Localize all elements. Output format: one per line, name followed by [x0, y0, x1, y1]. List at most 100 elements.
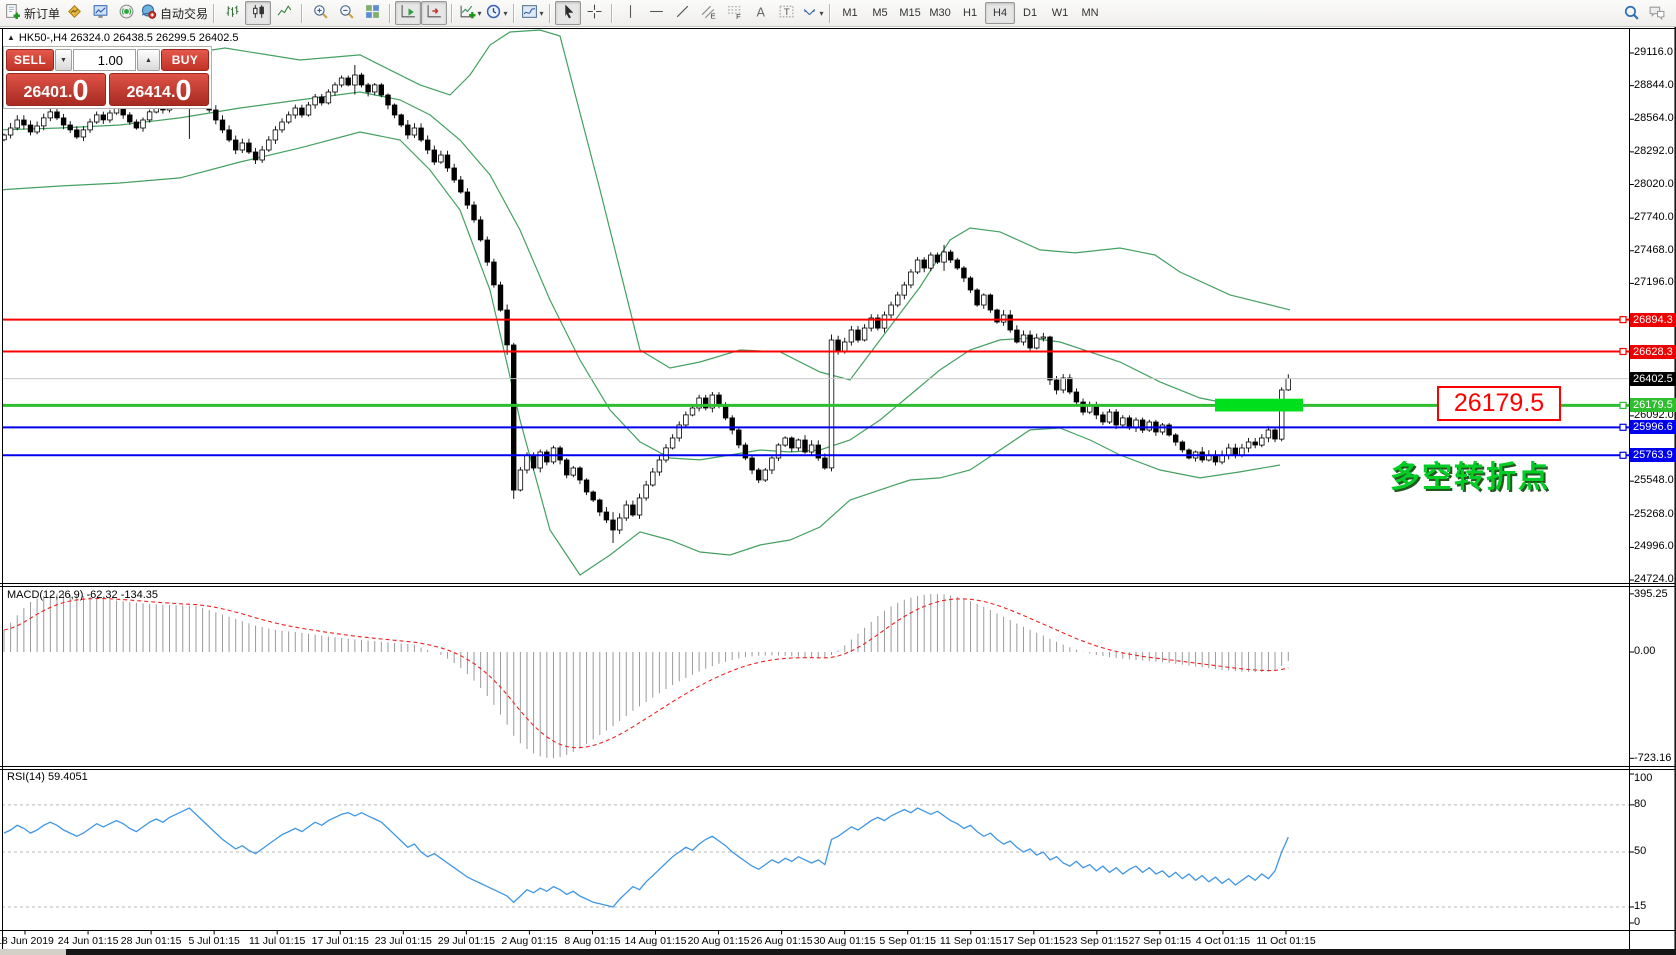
trendline-button[interactable]: [669, 1, 695, 25]
tab-timeframe-m5[interactable]: M5: [865, 2, 895, 24]
horizontal-line-button[interactable]: [643, 1, 669, 25]
sell-button[interactable]: SELL: [6, 49, 54, 71]
chat-bubbles-icon: [1648, 4, 1666, 24]
autotrade-button[interactable]: 自动交易: [139, 1, 209, 25]
tab-timeframe-w1[interactable]: W1: [1045, 2, 1075, 24]
auto-scroll-icon: [400, 3, 417, 23]
bar-chart-icon: [224, 3, 241, 23]
volume-input[interactable]: 1.00: [73, 49, 136, 71]
tab-timeframe-m30[interactable]: M30: [925, 2, 955, 24]
autotrade-icon: [140, 3, 157, 23]
equidistant-channel-button[interactable]: E: [695, 1, 721, 25]
volume-increase-button[interactable]: ▲: [137, 49, 160, 71]
chevron-down-icon: ▾: [820, 9, 824, 18]
tab-timeframe-d1[interactable]: D1: [1015, 2, 1045, 24]
line-chart-button[interactable]: [271, 1, 297, 25]
separator: [451, 4, 453, 23]
chevron-down-icon: ▾: [478, 9, 482, 18]
separator: [513, 4, 515, 23]
cursor-icon: [560, 3, 577, 23]
turning-point-annotation[interactable]: 多空转折点: [1390, 452, 1550, 496]
separator: [301, 4, 303, 23]
template-button[interactable]: ▾: [519, 1, 545, 25]
period-clock-button[interactable]: ▾: [483, 1, 509, 25]
price-callout-label[interactable]: 26179.5: [1437, 386, 1561, 421]
chart-title: HK50-,H4 26324.0 26438.5 26299.5 26402.5: [19, 32, 239, 44]
new-order-icon: [4, 3, 21, 23]
buy-button[interactable]: BUY: [161, 49, 209, 71]
line-chart-icon: [276, 3, 293, 23]
trading-terminal: 新订单 自动交易: [0, 0, 1676, 955]
buy-price-fraction: 0: [175, 78, 191, 105]
chat-button[interactable]: [1644, 2, 1670, 26]
gold-chart-icon: [66, 3, 83, 23]
separator: [389, 4, 391, 23]
chevron-down-icon: ▾: [504, 9, 508, 18]
new-order-button[interactable]: 新订单: [3, 1, 61, 25]
channel-icon: E: [700, 3, 717, 23]
signals-button[interactable]: [113, 1, 139, 25]
arrows-button[interactable]: ▾: [799, 1, 825, 25]
profiles-button[interactable]: [87, 1, 113, 25]
macd-header: MACD(12,26,9) -62.32 -134.35: [7, 589, 158, 601]
label-t-icon: T: [778, 3, 795, 23]
separator: [549, 4, 551, 23]
chart-title-bar: ▲ HK50-,H4 26324.0 26438.5 26299.5 26402.…: [7, 32, 239, 44]
chevron-down-icon: ▾: [540, 9, 544, 18]
buy-price-base: 26414: [126, 81, 171, 105]
monitor-chart-icon: [92, 3, 109, 23]
sell-price-base: 26401: [23, 81, 68, 105]
add-indicator-button[interactable]: ▾: [457, 1, 483, 25]
buy-price-box[interactable]: 26414.0: [109, 73, 209, 106]
collapse-triangle-icon[interactable]: ▲: [7, 33, 15, 42]
autotrade-label: 自动交易: [160, 5, 208, 22]
trendline-icon: [674, 3, 691, 23]
arrows-icon: [801, 3, 818, 23]
tile-windows-button[interactable]: [359, 1, 385, 25]
tile-windows-icon: [364, 3, 381, 23]
search-button[interactable]: [1618, 2, 1644, 26]
sell-price-box[interactable]: 26401.0: [6, 73, 106, 106]
arrow-down-icon: ▼: [60, 57, 67, 64]
toolbar: 新订单 自动交易: [0, 0, 1676, 27]
vertical-line-icon: [622, 3, 639, 23]
horizontal-line-icon: [648, 3, 665, 23]
tab-timeframe-h1[interactable]: H1: [955, 2, 985, 24]
auto-scroll-button[interactable]: [395, 1, 421, 25]
fibonacci-button[interactable]: F: [721, 1, 747, 25]
text-button[interactable]: A: [747, 1, 773, 25]
separator: [829, 4, 831, 23]
svg-text:A: A: [756, 4, 765, 19]
tab-timeframe-h4[interactable]: H4: [985, 2, 1015, 24]
separator: [213, 4, 215, 23]
chart-shift-button[interactable]: [421, 1, 447, 25]
text-a-icon: A: [752, 3, 769, 23]
cursor-button[interactable]: [555, 1, 581, 25]
clock-icon: [485, 3, 502, 23]
zoom-out-icon: [338, 3, 355, 23]
rsi-header: RSI(14) 59.4051: [7, 771, 88, 783]
crosshair-button[interactable]: [581, 1, 607, 25]
text-label-button[interactable]: T: [773, 1, 799, 25]
separator: [611, 4, 613, 23]
svg-text:T: T: [783, 7, 789, 18]
candlestick-chart-button[interactable]: [245, 1, 271, 25]
signal-icon: [118, 3, 135, 23]
zoom-in-button[interactable]: [307, 1, 333, 25]
crosshair-icon: [586, 3, 603, 23]
tab-timeframe-m1[interactable]: M1: [835, 2, 865, 24]
tab-timeframe-mn[interactable]: MN: [1075, 2, 1105, 24]
bar-chart-button[interactable]: [219, 1, 245, 25]
volume-decrease-button[interactable]: ▼: [55, 49, 72, 71]
new-chart-button[interactable]: [61, 1, 87, 25]
arrow-up-icon: ▲: [145, 57, 152, 64]
search-icon: [1623, 4, 1640, 24]
zoom-out-button[interactable]: [333, 1, 359, 25]
tab-timeframe-m15[interactable]: M15: [895, 2, 925, 24]
bottom-strip-segment: [0, 949, 66, 955]
add-indicator-icon: [459, 3, 476, 23]
vertical-line-button[interactable]: [617, 1, 643, 25]
bottom-border-strip: [0, 949, 1676, 955]
template-icon: [521, 3, 538, 23]
candlestick-icon: [250, 3, 267, 23]
